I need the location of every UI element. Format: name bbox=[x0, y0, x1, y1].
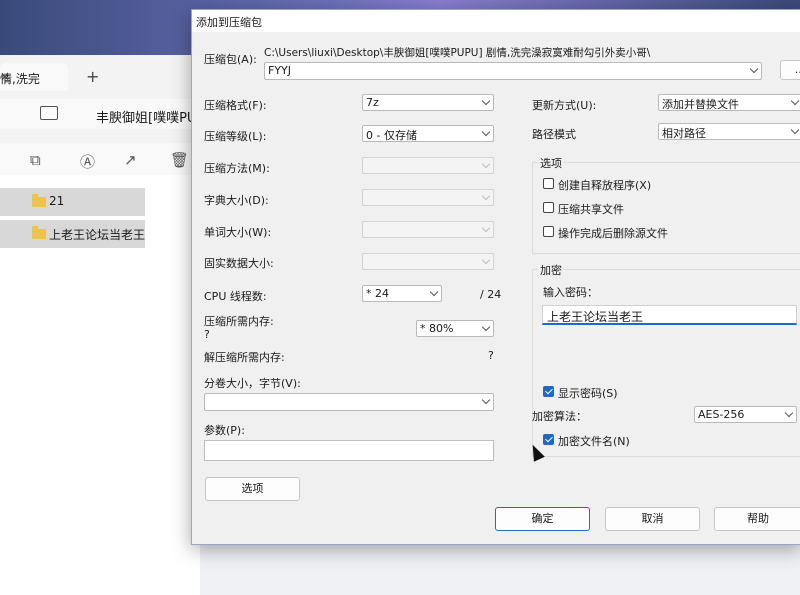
encrypt-names-checkbox[interactable] bbox=[543, 434, 554, 445]
address-bar[interactable]: 丰腴御姐[噗噗PU bbox=[0, 99, 200, 129]
cpu-total: / 24 bbox=[480, 288, 502, 301]
level-label: 压缩等级(L): bbox=[204, 130, 267, 143]
dict-select bbox=[362, 189, 494, 206]
params-input[interactable] bbox=[204, 440, 494, 461]
explorer-tab[interactable]: 情,洗完 ✕ bbox=[0, 63, 68, 91]
cpu-value: * 24 bbox=[366, 287, 389, 300]
cpu-label: CPU 线程数: bbox=[204, 290, 267, 303]
options-group-title: 选项 bbox=[538, 155, 564, 171]
format-value: 7z bbox=[366, 96, 379, 109]
encrypt-names-label: 加密文件名(N) bbox=[558, 435, 630, 448]
chevron-down-icon bbox=[429, 287, 439, 297]
chevron-down-icon bbox=[481, 255, 491, 265]
method-select bbox=[362, 157, 494, 174]
solid-select bbox=[362, 253, 494, 270]
list-item[interactable]: 21 bbox=[0, 188, 145, 216]
list-item[interactable]: 上老王论坛当老王 bbox=[0, 220, 145, 248]
chevron-down-icon bbox=[481, 191, 491, 201]
add-tab-icon[interactable]: + bbox=[86, 67, 99, 86]
dialog-title: 添加到压缩包 bbox=[196, 16, 262, 29]
add-to-archive-dialog: 添加到压缩包 压缩包(A): C:\Users\liuxi\Desktop\丰腴… bbox=[191, 9, 800, 545]
copy-icon[interactable]: ⧉ bbox=[30, 151, 41, 169]
update-label: 更新方式(U): bbox=[532, 99, 597, 112]
chevron-down-icon bbox=[481, 127, 491, 137]
rename-icon[interactable]: Ⓐ bbox=[80, 151, 95, 172]
cpu-select[interactable]: * 24 bbox=[362, 285, 442, 302]
mem-percent-value: * 80% bbox=[420, 322, 454, 335]
params-label: 参数(P): bbox=[204, 424, 245, 437]
encryption-method-value: AES-256 bbox=[698, 408, 745, 421]
encryption-method-select[interactable]: AES-256 bbox=[694, 406, 797, 423]
delete-source-checkbox[interactable] bbox=[543, 226, 554, 237]
archive-label: 压缩包(A): bbox=[204, 53, 257, 66]
mem-decomp-value: ? bbox=[488, 349, 494, 362]
ok-button[interactable]: 确定 bbox=[495, 507, 590, 531]
volume-select[interactable] bbox=[204, 393, 494, 411]
password-value: 上老王论坛当老王 bbox=[547, 310, 644, 324]
enter-password-label: 输入密码： bbox=[543, 286, 598, 299]
pathmode-label: 路径模式 bbox=[532, 128, 576, 141]
archive-name-combo[interactable]: FYYJ bbox=[264, 62, 762, 80]
shared-label: 压缩共享文件 bbox=[558, 203, 624, 216]
word-select bbox=[362, 221, 494, 238]
sfx-checkbox[interactable] bbox=[543, 178, 554, 189]
browse-button[interactable]: ... bbox=[780, 60, 800, 80]
method-label: 压缩方法(M): bbox=[204, 162, 270, 175]
chevron-down-icon bbox=[790, 125, 800, 135]
show-password-checkbox[interactable] bbox=[543, 386, 554, 397]
dialog-titlebar[interactable]: 添加到压缩包 bbox=[192, 10, 800, 32]
password-input[interactable]: 上老王论坛当老王 bbox=[542, 305, 797, 325]
chevron-down-icon bbox=[784, 408, 794, 418]
encryption-group-title: 加密 bbox=[538, 262, 564, 278]
archive-name-value: FYYJ bbox=[268, 64, 292, 77]
share-icon[interactable]: ↗ bbox=[124, 151, 137, 169]
pathmode-value: 相对路径 bbox=[662, 127, 706, 140]
help-button[interactable]: 帮助 bbox=[714, 507, 800, 531]
chevron-down-icon bbox=[481, 96, 491, 106]
file-explorer-window: 情,洗完 ✕ + 丰腴御姐[噗噗PU ⧉ Ⓐ ↗ 🗑 21 上老王论坛当老王 bbox=[0, 55, 200, 595]
computer-icon bbox=[40, 106, 58, 120]
mem-comp-q: ? bbox=[204, 328, 210, 341]
update-value: 添加并替换文件 bbox=[662, 98, 739, 111]
mem-comp-label: 压缩所需内存: bbox=[204, 315, 274, 328]
shared-checkbox[interactable] bbox=[543, 202, 554, 213]
level-value: 0 - 仅存储 bbox=[366, 129, 417, 142]
format-select[interactable]: 7z bbox=[362, 94, 494, 111]
options-button[interactable]: 选项 bbox=[205, 477, 300, 501]
level-select[interactable]: 0 - 仅存储 bbox=[362, 125, 494, 142]
chevron-down-icon bbox=[790, 96, 800, 106]
close-icon[interactable]: ✕ bbox=[0, 70, 10, 84]
pathmode-select[interactable]: 相对路径 bbox=[658, 123, 800, 140]
mem-decomp-label: 解压缩所需内存: bbox=[204, 351, 285, 364]
folder-icon bbox=[32, 226, 46, 239]
explorer-toolbar: ⧉ Ⓐ ↗ 🗑 bbox=[0, 143, 200, 175]
format-label: 压缩格式(F): bbox=[204, 99, 267, 112]
delete-icon[interactable]: 🗑 bbox=[170, 151, 189, 169]
chevron-down-icon bbox=[749, 64, 759, 74]
word-label: 单词大小(W): bbox=[204, 226, 272, 239]
chevron-down-icon bbox=[481, 395, 491, 405]
sfx-label: 创建自释放程序(X) bbox=[558, 179, 652, 192]
archive-dir: C:\Users\liuxi\Desktop\丰腴御姐[噗噗PUPU] 剧情,洗… bbox=[264, 47, 651, 59]
address-path: 丰腴御姐[噗噗PU bbox=[96, 111, 197, 126]
mem-percent-select[interactable]: * 80% bbox=[416, 320, 494, 337]
update-select[interactable]: 添加并替换文件 bbox=[658, 94, 800, 111]
encryption-method-label: 加密算法： bbox=[532, 410, 587, 423]
cancel-button[interactable]: 取消 bbox=[605, 507, 700, 531]
show-password-label: 显示密码(S) bbox=[558, 387, 618, 400]
solid-label: 固实数据大小: bbox=[204, 257, 274, 270]
chevron-down-icon bbox=[481, 322, 491, 332]
delete-source-label: 操作完成后删除源文件 bbox=[558, 227, 668, 240]
dict-label: 字典大小(D): bbox=[204, 194, 269, 207]
volume-label: 分卷大小，字节(V): bbox=[204, 377, 301, 390]
folder-icon bbox=[32, 194, 46, 207]
list-item-label: 21 bbox=[49, 194, 65, 208]
chevron-down-icon bbox=[481, 159, 491, 169]
list-item-label: 上老王论坛当老王 bbox=[49, 228, 146, 242]
file-list: 21 上老王论坛当老王 bbox=[0, 175, 200, 595]
chevron-down-icon bbox=[481, 223, 491, 233]
